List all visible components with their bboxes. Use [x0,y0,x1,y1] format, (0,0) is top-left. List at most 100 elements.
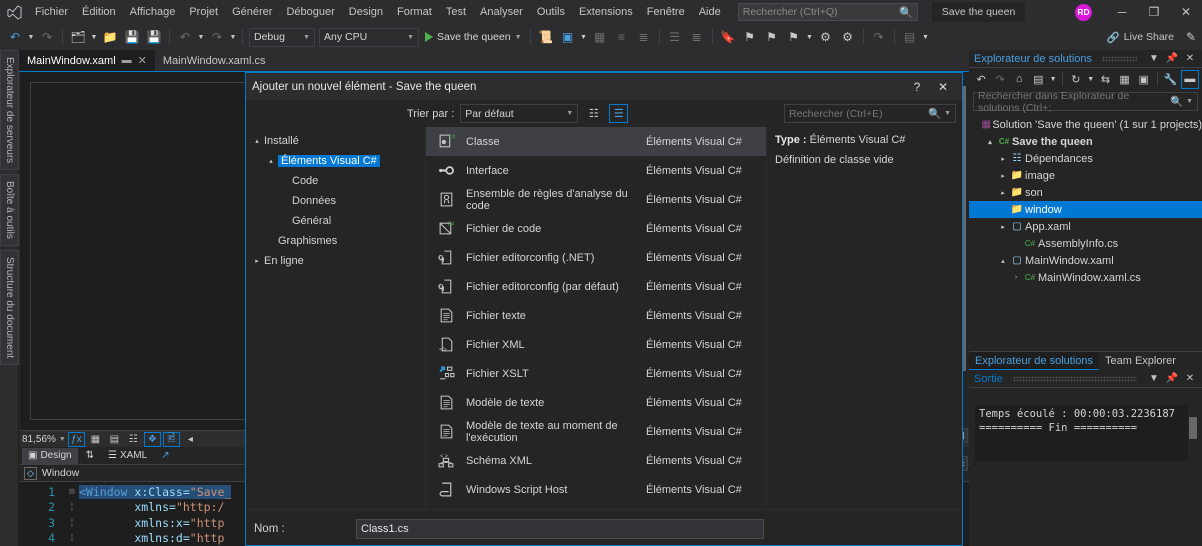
editor-tab-mainwindow-xaml[interactable]: MainWindow.xaml ▬ ✕ [19,50,155,71]
chevron-right-icon[interactable]: ▸ [997,223,1009,231]
avatar[interactable]: RD [1075,3,1092,21]
properties-icon[interactable]: ≣ [686,26,708,48]
bookmark-icon[interactable]: 🔖 [717,26,739,48]
solution-tree-node[interactable]: ▸ 📁 son [969,184,1202,201]
chevron-down-icon[interactable]: ▴ [984,138,996,146]
menu-generer[interactable]: Générer [225,0,279,24]
start-debug-button[interactable]: Save the queen ▼ [421,26,526,48]
menu-affichage[interactable]: Affichage [123,0,183,24]
close-button[interactable]: ✕ [1170,0,1202,24]
artboard-icon[interactable]: ❖ [143,431,161,447]
live-preview-icon[interactable]: ▣ [557,26,579,48]
vertical-tab-document-outline[interactable]: Structure du document [0,249,19,366]
menu-fenetre[interactable]: Fenêtre [640,0,692,24]
collapse-all-icon[interactable]: ⇆ [1096,70,1114,89]
editor-tab-mainwindow-xaml-cs[interactable]: MainWindow.xaml.cs [155,50,274,71]
scrollbar-thumb[interactable] [1189,417,1197,439]
back-icon[interactable]: ↶ [972,70,990,89]
refresh-dropdown-icon[interactable]: ▼ [1086,76,1096,83]
list-view-button[interactable]: ☰ [609,104,629,123]
template-list-item[interactable]: < > Schéma XML Éléments Visual C# [426,446,766,475]
minimize-button[interactable]: ─ [1106,0,1138,24]
solution-tree-node[interactable]: C# AssemblyInfo.cs [969,235,1202,252]
vertical-tab-toolbox[interactable]: Boîte à outils [0,174,19,246]
pin-icon[interactable]: 📌 [1165,53,1179,64]
list-icon[interactable]: ☰ [664,26,686,48]
add-new-item-dialog[interactable]: Ajouter un nouvel élément - Save the que… [245,72,963,546]
design-preview-canvas[interactable] [30,82,258,420]
solution-explorer-search-input[interactable]: Rechercher dans Explorateur de solutions… [973,90,1198,114]
navigate-forward-icon[interactable]: ↷ [36,26,58,48]
open-file-icon[interactable]: 📁 [99,26,121,48]
category-node[interactable]: Graphismes [246,231,425,251]
chevron-down-icon[interactable]: ▴ [250,137,264,145]
swap-panes-button[interactable]: ⇅ [80,448,100,464]
hot-reload-icon[interactable]: 📜 [535,26,557,48]
navigate-backward-icon[interactable]: ↶ [4,26,26,48]
refresh-icon[interactable]: ↻ [1067,70,1085,89]
solution-platform-combo[interactable]: Any CPU ▼ [319,27,419,47]
toolbox-add-icon[interactable]: ⚙ [815,26,837,48]
pop-out-button[interactable]: ↗ [155,448,175,464]
chevron-right-icon[interactable]: ▸ [250,257,264,265]
solution-tree-node[interactable]: ▸ ▢ App.xaml [969,218,1202,235]
menu-outils[interactable]: Outils [530,0,572,24]
help-icon[interactable]: ? [904,76,930,98]
redo-icon[interactable]: ↷ [206,26,228,48]
solution-tree-node[interactable]: ▴ C# Save the queen [969,133,1202,150]
save-icon[interactable]: 💾 [121,26,143,48]
collapse-region-icon[interactable]: ⊟ [65,487,79,497]
image-preview-icon[interactable]: 🖻 [162,431,180,447]
menu-fichier[interactable]: Fichier [28,0,75,24]
grid-rails-icon[interactable]: ▦ [87,432,104,447]
selection-icon[interactable]: ▦ [589,26,611,48]
panel-menu-icon[interactable]: ▼ [1147,53,1161,64]
category-node[interactable]: Général [246,211,425,231]
menu-deboguer[interactable]: Déboguer [279,0,341,24]
home-icon[interactable]: ⌂ [1010,70,1028,89]
template-list-item[interactable]: Fichier texte Éléments Visual C# [426,301,766,330]
close-icon[interactable]: ✕ [1183,373,1197,384]
dock-tab-team-explorer[interactable]: Team Explorer [1099,352,1182,370]
chevron-right-icon[interactable]: › [1010,274,1022,281]
dialog-close-icon[interactable]: ✕ [930,76,956,98]
category-node[interactable]: ▴ Éléments Visual C# [246,151,425,171]
template-list-item[interactable]: Modèle de texte Éléments Visual C# [426,388,766,417]
template-list-item[interactable]: Ensemble de règles d'analyse du code Élém… [426,185,766,214]
menu-analyser[interactable]: Analyser [473,0,530,24]
filter-dropdown-icon[interactable]: ▼ [1048,76,1058,83]
solution-tree-node[interactable]: ▸ ☷ Dépendances [969,150,1202,167]
template-list-item[interactable]: Fichier editorconfig (.NET) Éléments Visu… [426,243,766,272]
properties-wrench-icon[interactable]: 🔧 [1162,70,1180,89]
dock-tab-solution-explorer[interactable]: Explorateur de solutions [969,352,1100,370]
category-node[interactable]: Code [246,171,425,191]
tile-view-button[interactable]: ☷ [584,104,603,123]
category-node[interactable]: ▴ Installé [246,131,425,151]
tab-design[interactable]: ▣ Design [22,447,78,464]
new-project-icon[interactable]: 🗂 [67,26,89,48]
close-icon[interactable]: ✕ [138,54,147,67]
menu-format[interactable]: Format [390,0,439,24]
next-bookmark-icon[interactable]: ⚑ [739,26,761,48]
chevron-down-icon[interactable]: ▴ [264,157,278,165]
solution-tree-node[interactable]: 📁 window [969,201,1202,218]
tab-xaml[interactable]: ☰ XAML [102,448,153,464]
template-list-item[interactable]: Fichier XSLT Éléments Visual C# [426,359,766,388]
solution-tree-node[interactable]: ▸ 📁 image [969,167,1202,184]
menu-projet[interactable]: Projet [182,0,225,24]
pin-icon[interactable]: 📌 [1165,373,1179,384]
category-node[interactable]: ▸ En ligne [246,251,425,271]
vertical-tab-server-explorer[interactable]: Explorateur de serveurs [0,50,19,171]
align-left-icon[interactable]: ≡ [611,26,633,48]
solution-tree-node[interactable]: ▦ Solution 'Save the queen' (1 sur 1 proj… [969,116,1202,133]
output-scrollbar[interactable] [1188,405,1198,461]
template-list-item[interactable]: C# Fichier de code Éléments Visual C# [426,214,766,243]
template-list-item[interactable]: Modèle de texte au moment de l'exécution… [426,417,766,446]
collapse-pane-icon[interactable]: ◂ [182,432,199,447]
effects-icon[interactable]: ƒx [67,431,85,447]
chevron-right-icon[interactable]: ▸ [997,172,1009,180]
menu-test[interactable]: Test [439,0,473,24]
chevron-down-icon[interactable]: ▴ [997,257,1009,265]
feedback-icon[interactable]: ✎ [1180,26,1202,48]
new-project-dropdown-icon[interactable]: ▼ [89,34,99,41]
